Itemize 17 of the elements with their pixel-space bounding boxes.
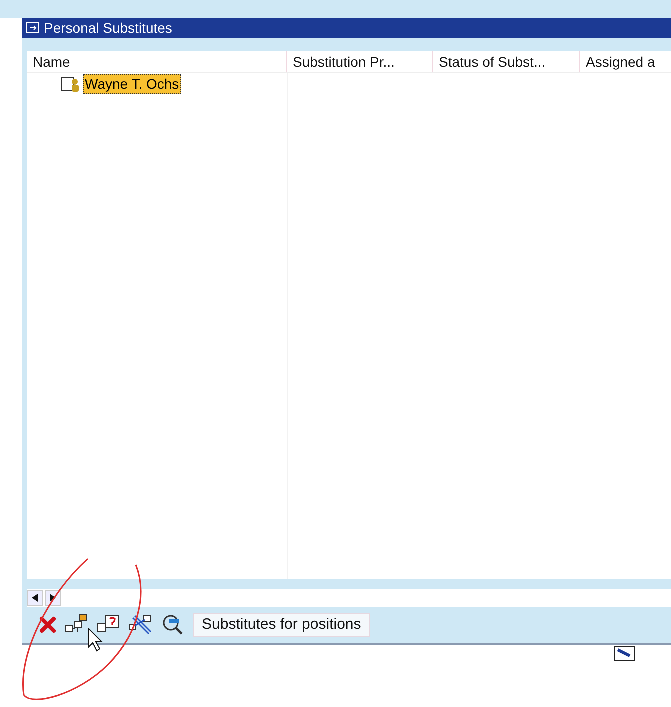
column-header[interactable]: Assigned a xyxy=(580,51,671,72)
column-header[interactable]: Substitution Pr... xyxy=(287,51,433,72)
column-header[interactable]: Name xyxy=(27,51,287,72)
window-icon xyxy=(26,22,40,34)
cursor-icon xyxy=(88,628,104,652)
left-arrow-icon xyxy=(32,594,38,602)
tree-node-label[interactable]: Wayne T. Ochs xyxy=(83,74,182,94)
column-header[interactable]: Status of Subst... xyxy=(433,51,580,72)
document-icon xyxy=(614,646,636,662)
right-arrow-icon xyxy=(50,594,56,602)
search-icon[interactable] xyxy=(161,614,185,636)
scroll-left-button[interactable] xyxy=(27,590,43,606)
substitutes-button[interactable]: Substitutes for positions xyxy=(193,613,370,637)
unlink-icon[interactable] xyxy=(129,614,153,636)
window-title: Personal Substitutes xyxy=(44,18,172,38)
delete-icon[interactable] xyxy=(39,616,57,634)
person-icon xyxy=(61,75,81,93)
